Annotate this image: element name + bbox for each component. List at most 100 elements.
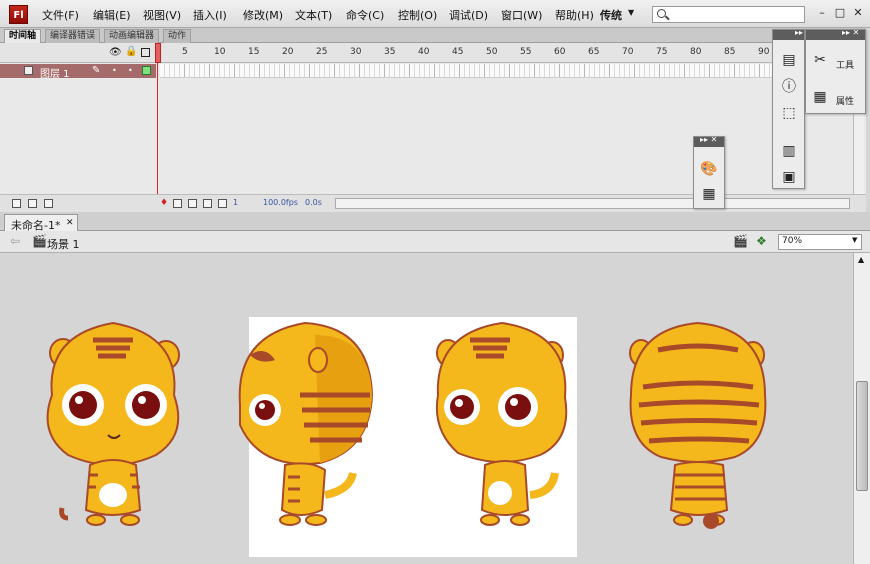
center-frame-icon[interactable]: ♦ (160, 198, 168, 208)
eye-icon[interactable]: 👁 (109, 47, 122, 58)
properties-icon[interactable]: ▦ (809, 86, 831, 108)
frame-tick-label: 85 (724, 47, 736, 57)
elapsed-time: 0.0s (305, 198, 322, 207)
tiger-back-view[interactable] (623, 315, 773, 530)
chevron-down-icon: ▼ (852, 236, 858, 244)
frame-tick-label: 90 (758, 47, 770, 57)
workspace-switcher[interactable]: 传统 (600, 7, 622, 23)
tab-timeline[interactable]: 时间轴 (4, 29, 42, 43)
align-icon[interactable]: ▤ (778, 49, 800, 71)
timeline-panel: 时间轴 编译器错误 动画编辑器 动作 👁 🔒 5 10 15 20 25 30 35 40 45… (0, 28, 866, 212)
onion-outline-icon[interactable] (188, 199, 197, 208)
flash-app-window: Fl 文件(F) 编辑(E) 视图(V) 插入(I) 修改(M) 文本(T) 命… (0, 0, 870, 564)
stage-vertical-scrollbar[interactable]: ▲ (853, 253, 870, 564)
timeline-footer: ♦ 1 100.0fps 0.0s (0, 194, 866, 212)
tab-actions[interactable]: 动作 (163, 29, 192, 43)
tools-label[interactable]: 工具 (836, 58, 854, 71)
color-icon[interactable]: 🎨 (698, 158, 720, 180)
playhead[interactable] (155, 43, 161, 63)
frames-row[interactable] (160, 64, 772, 78)
swatches-icon[interactable]: ▣ (778, 166, 800, 188)
frame-tick-label: 80 (690, 47, 702, 57)
frame-tick-label: 20 (282, 47, 294, 57)
menu-edit[interactable]: 编辑(E) (93, 7, 131, 23)
edit-bar: ⇦ 🎬 场景 1 🎬 ❖ 70% ▼ (0, 231, 870, 253)
edit-multiple-frames-icon[interactable] (203, 199, 212, 208)
frame-tick-label: 15 (248, 47, 260, 57)
scrollbar-thumb[interactable] (856, 381, 868, 491)
document-tab[interactable]: 未命名-1* ✕ (4, 214, 78, 232)
playhead-line (157, 63, 158, 197)
menu-commands[interactable]: 命令(C) (346, 7, 384, 23)
properties-label[interactable]: 属性 (836, 94, 854, 107)
current-frame: 1 (233, 198, 239, 207)
layer-color-box[interactable] (142, 66, 151, 75)
frame-tick-label: 60 (554, 47, 566, 57)
menu-modify[interactable]: 修改(M) (243, 7, 283, 23)
frame-tick-label: 55 (520, 47, 532, 57)
new-folder-icon[interactable] (28, 199, 37, 208)
menu-text[interactable]: 文本(T) (295, 7, 332, 23)
frame-tick-label: 10 (214, 47, 226, 57)
delete-layer-icon[interactable] (44, 199, 53, 208)
info-icon[interactable]: ⓘ (778, 76, 800, 98)
lock-icon[interactable]: 🔒 (125, 46, 137, 57)
close-tab-icon[interactable]: ✕ (66, 218, 74, 228)
onion-skin-icon[interactable] (173, 199, 182, 208)
panel-header[interactable]: ▸▸ ✕ (694, 135, 724, 147)
menu-file[interactable]: 文件(F) (42, 7, 79, 23)
panel-tools-properties: ▸▸ ✕ ✂ 工具 ▦ 属性 (805, 28, 866, 114)
menu-help[interactable]: 帮助(H) (555, 7, 594, 23)
zoom-value: 70% (782, 236, 803, 246)
tools-icon[interactable]: ✂ (809, 49, 831, 71)
grid-icon[interactable]: ▦ (698, 183, 720, 205)
edit-scene-icon[interactable]: 🎬 (733, 234, 748, 248)
visibility-dot[interactable]: • (112, 66, 117, 75)
tiger-side-view[interactable] (230, 315, 380, 530)
back-arrow-icon[interactable]: ⇦ (10, 234, 20, 248)
panel-icon-strip: ▸▸ ▤ ⓘ ⬚ ▥ ▣ (772, 28, 805, 189)
menu-debug[interactable]: 调试(D) (449, 7, 488, 23)
panel-header[interactable]: ▸▸ ✕ (806, 28, 865, 40)
layer-icon (24, 66, 33, 75)
layer-name[interactable]: 图层 1 (40, 65, 70, 80)
timeline-tab-bar: 时间轴 编译器错误 动画编辑器 动作 (0, 28, 866, 43)
tiger-front-view[interactable] (38, 315, 188, 530)
close-button[interactable]: ✕ (850, 5, 866, 21)
menu-bar: Fl 文件(F) 编辑(E) 视图(V) 插入(I) 修改(M) 文本(T) 命… (0, 0, 870, 28)
frame-tick-label: 45 (452, 47, 464, 57)
library-icon[interactable]: ▥ (778, 140, 800, 162)
frame-rate: 100.0fps (263, 198, 298, 207)
timeline-header: 👁 🔒 5 10 15 20 25 30 35 40 45 50 55 60 65 70 75 80 85 90 (0, 43, 866, 63)
layer-row[interactable]: 图层 1 ✎ • • (0, 64, 156, 80)
new-layer-icon[interactable] (12, 199, 21, 208)
transform-icon[interactable]: ⬚ (778, 102, 800, 124)
tab-motion-editor[interactable]: 动画编辑器 (104, 29, 160, 43)
frame-tick-label: 75 (656, 47, 668, 57)
tiger-three-quarter-view[interactable] (430, 315, 580, 530)
search-icon (657, 9, 666, 18)
outline-icon[interactable] (141, 48, 150, 57)
scroll-up-icon[interactable]: ▲ (858, 255, 864, 264)
menu-view[interactable]: 视图(V) (143, 7, 181, 23)
panel-header[interactable]: ▸▸ (773, 28, 804, 40)
minimize-button[interactable]: – (814, 5, 830, 21)
zoom-select[interactable]: 70% ▼ (778, 234, 862, 250)
menu-window[interactable]: 窗口(W) (501, 7, 542, 23)
maximize-button[interactable]: □ (832, 5, 848, 21)
symbol-icon[interactable]: ❖ (756, 234, 767, 248)
lock-dot[interactable]: • (128, 66, 133, 75)
frame-tick-label: 50 (486, 47, 498, 57)
search-input[interactable] (652, 6, 805, 23)
chevron-down-icon[interactable]: ▼ (628, 8, 634, 17)
menu-insert[interactable]: 插入(I) (193, 7, 227, 23)
stage-pasteboard (0, 253, 853, 564)
tab-compiler-errors[interactable]: 编译器错误 (45, 29, 101, 43)
scene-name[interactable]: 场景 1 (47, 236, 80, 252)
menu-control[interactable]: 控制(O) (398, 7, 437, 23)
document-tab-bar: 未命名-1* ✕ (0, 212, 870, 232)
app-logo: Fl (9, 5, 28, 24)
modify-onion-markers-icon[interactable] (218, 199, 227, 208)
frame-tick-label: 30 (350, 47, 362, 57)
timeline-horizontal-scrollbar[interactable] (335, 198, 850, 209)
